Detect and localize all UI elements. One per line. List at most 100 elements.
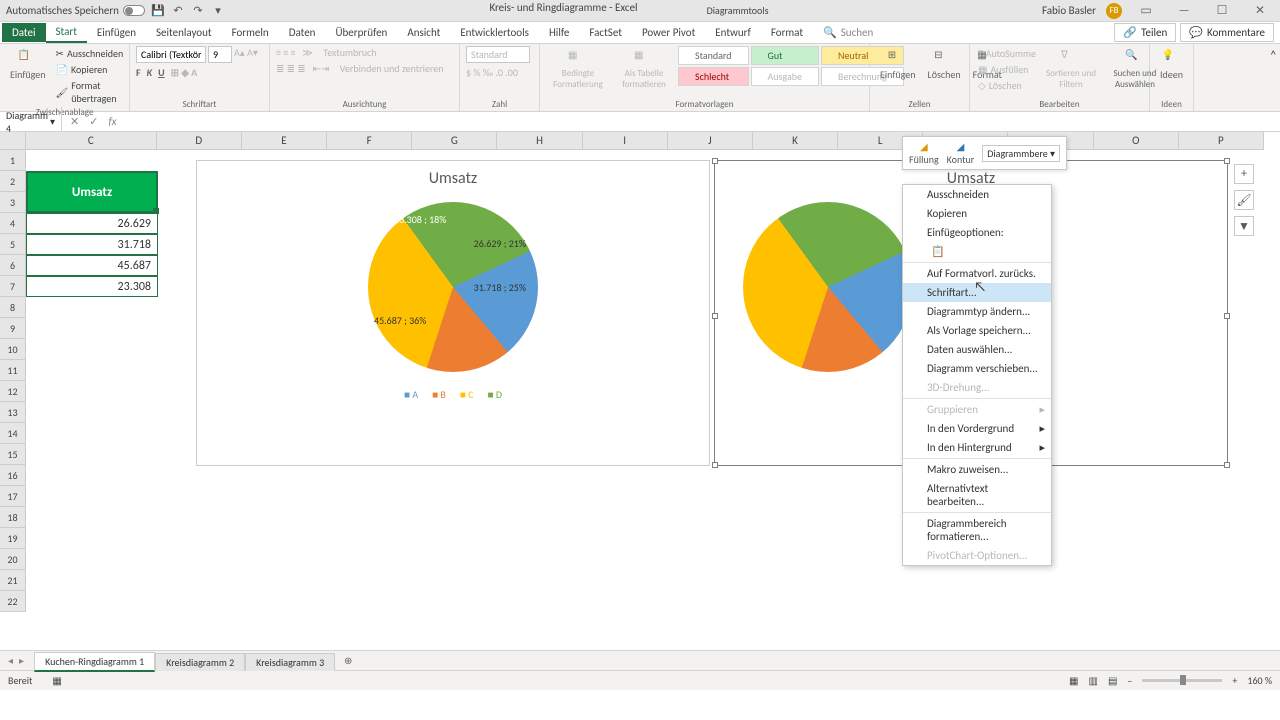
comments-button[interactable]: 💬 Kommentare [1180, 23, 1274, 42]
ctx-paste-icon[interactable]: 📋 [903, 242, 1051, 261]
sort-filter-button: ᐁSortieren und Filtern [1042, 46, 1100, 92]
tab-einfuegen[interactable]: Einfügen [87, 23, 146, 42]
tab-formeln[interactable]: Formeln [222, 23, 279, 42]
ctx-copy[interactable]: Kopieren [903, 204, 1051, 223]
insert-cells-button[interactable]: ⊞Einfügen [876, 46, 920, 83]
sheet-tab-1[interactable]: Kuchen-Ringdiagramm 1 [34, 652, 155, 672]
undo-icon[interactable]: ↶ [171, 4, 185, 18]
tab-format[interactable]: Format [761, 23, 813, 42]
style-schlecht[interactable]: Schlecht [678, 67, 749, 86]
chart-styles-button[interactable]: 🖌 [1234, 190, 1254, 210]
cancel-fx-icon[interactable]: ✕ [70, 115, 79, 128]
conditional-format-button: ▦Bedingte Formatierung [546, 46, 610, 92]
ctx-save-template[interactable]: Als Vorlage speichern... [903, 321, 1051, 340]
tab-file[interactable]: Datei [2, 23, 46, 42]
chart-area-select[interactable]: Diagrammbere ▾ [982, 145, 1060, 162]
tab-ansicht[interactable]: Ansicht [397, 23, 450, 42]
enter-fx-icon[interactable]: ✓ [89, 115, 98, 128]
zoom-in-icon[interactable]: + [1232, 674, 1237, 687]
ctx-move-chart[interactable]: Diagramm verschieben... [903, 359, 1051, 378]
tab-seitenlayout[interactable]: Seitenlayout [146, 23, 222, 42]
autosave-toggle[interactable]: Automatisches Speichern [6, 4, 145, 17]
share-button[interactable]: 🔗 Teilen [1114, 23, 1176, 42]
fx-icon[interactable]: fx [108, 115, 116, 128]
view-normal-icon[interactable]: ▦ [1069, 674, 1078, 687]
cut-button[interactable]: ✂ Ausschneiden [54, 46, 126, 61]
sheet-tab-3[interactable]: Kreisdiagramm 3 [245, 653, 335, 671]
ctx-change-type[interactable]: Diagrammtyp ändern... [903, 302, 1051, 321]
formula-bar-row: Diagramm 4▾ ✕ ✓ fx [0, 112, 1280, 132]
save-icon[interactable]: 💾 [151, 4, 165, 18]
ctx-format-area[interactable]: Diagrammbereich formatieren... [903, 514, 1051, 546]
paste-button[interactable]: 📋Einfügen [6, 46, 50, 83]
user-name: Fabio Basler [1042, 4, 1096, 17]
ctx-edit-alttext[interactable]: Alternativtext bearbeiten... [903, 479, 1051, 511]
redo-icon[interactable]: ↷ [191, 4, 205, 18]
view-page-break-icon[interactable]: ▤ [1108, 674, 1117, 687]
ctx-send-back[interactable]: In den Hintergrund▸ [903, 438, 1051, 457]
status-ready: Bereit [8, 674, 32, 687]
fill-icon[interactable]: ◢Füllung [909, 140, 939, 166]
style-standard[interactable]: Standard [678, 46, 749, 65]
font-size-input[interactable] [208, 46, 232, 63]
tab-hilfe[interactable]: Hilfe [539, 23, 579, 42]
add-sheet-button[interactable]: ⊕ [339, 653, 357, 669]
ctx-bring-front[interactable]: In den Vordergrund▸ [903, 419, 1051, 438]
zoom-slider[interactable] [1142, 679, 1222, 682]
tab-start[interactable]: Start [46, 22, 87, 43]
style-gut[interactable]: Gut [751, 46, 820, 65]
close-icon[interactable]: ✕ [1246, 2, 1274, 20]
ribbon-tabs: Datei Start Einfügen Seitenlayout Formel… [0, 22, 1280, 44]
delete-cells-button[interactable]: ⊟Löschen [924, 46, 965, 83]
tab-entwicklertools[interactable]: Entwicklertools [450, 23, 539, 42]
mini-toolbar[interactable]: ◢Füllung ◢Kontur Diagrammbere ▾ [902, 136, 1067, 170]
search-label[interactable]: Suchen [841, 26, 874, 39]
select-all-corner[interactable] [0, 132, 26, 150]
ribbon-display-icon[interactable]: ▭ [1132, 2, 1160, 20]
cell-c3[interactable]: 26.629 [26, 213, 158, 234]
cell-c4[interactable]: 31.718 [26, 234, 158, 255]
cell-header-umsatz[interactable]: Umsatz [26, 171, 158, 213]
style-ausgabe[interactable]: Ausgabe [751, 67, 820, 86]
zoom-level[interactable]: 160 % [1247, 674, 1272, 687]
maximize-icon[interactable]: ☐ [1208, 2, 1236, 20]
sheet-tab-2[interactable]: Kreisdiagramm 2 [155, 653, 245, 671]
collapse-ribbon-icon[interactable]: ^ [1271, 48, 1276, 61]
context-menu: Ausschneiden Kopieren Einfügeoptionen: 📋… [902, 184, 1052, 566]
formatpainter-button[interactable]: 🖌 Format übertragen [54, 78, 126, 106]
tab-factset[interactable]: FactSet [579, 23, 632, 42]
cell-c6[interactable]: 23.308 [26, 276, 158, 297]
ctx-select-data[interactable]: Daten auswählen... [903, 340, 1051, 359]
ctx-group: Gruppieren▸ [903, 400, 1051, 419]
minimize-icon[interactable]: — [1170, 2, 1198, 20]
user-avatar[interactable]: FB [1106, 3, 1122, 19]
outline-icon[interactable]: ◢Kontur [947, 140, 975, 166]
row-headers[interactable]: 12345678910111213141516171819202122 [0, 150, 26, 612]
view-page-layout-icon[interactable]: ▥ [1089, 674, 1098, 687]
ctx-cut[interactable]: Ausschneiden [903, 185, 1051, 204]
contextual-tab-title: Diagrammtools [698, 1, 778, 20]
chart-1[interactable]: Umsatz 26.629 ; 21% 31.718 ; 25% 45.687 … [196, 160, 710, 466]
ctx-assign-macro[interactable]: Makro zuweisen... [903, 460, 1051, 479]
copy-button[interactable]: 📄 Kopieren [54, 62, 126, 77]
tab-ueberpruefen[interactable]: Überprüfen [325, 23, 397, 42]
tab-entwurf[interactable]: Entwurf [705, 23, 761, 42]
chart-filter-button[interactable]: ▼ [1234, 216, 1254, 236]
column-headers[interactable]: CDEFGHIJKLMNOP [26, 132, 1264, 150]
qat-customize-icon[interactable]: ▾ [211, 4, 225, 18]
tab-nav-prev-icon[interactable]: ◂ [8, 654, 13, 667]
tab-nav-next-icon[interactable]: ▸ [19, 654, 24, 667]
search-icon[interactable]: 🔍 [823, 26, 837, 39]
font-name-input[interactable] [136, 46, 206, 63]
zoom-out-icon[interactable]: – [1127, 674, 1132, 687]
macro-record-icon[interactable]: ▦ [52, 674, 61, 687]
cell-c5[interactable]: 45.687 [26, 255, 158, 276]
sheet-tab-bar: ◂ ▸ Kuchen-Ringdiagramm 1 Kreisdiagramm … [0, 650, 1280, 670]
grid[interactable]: Umsatz 26.629 31.718 45.687 23.308 Umsat… [26, 150, 1264, 650]
ctx-paste-options[interactable]: Einfügeoptionen: [903, 223, 1051, 242]
ideas-button[interactable]: 💡Ideen [1156, 46, 1187, 83]
group-styles-label: Formatvorlagen [546, 98, 863, 111]
tab-powerpivot[interactable]: Power Pivot [632, 23, 705, 42]
tab-daten[interactable]: Daten [279, 23, 326, 42]
chart-elements-button[interactable]: + [1234, 164, 1254, 184]
